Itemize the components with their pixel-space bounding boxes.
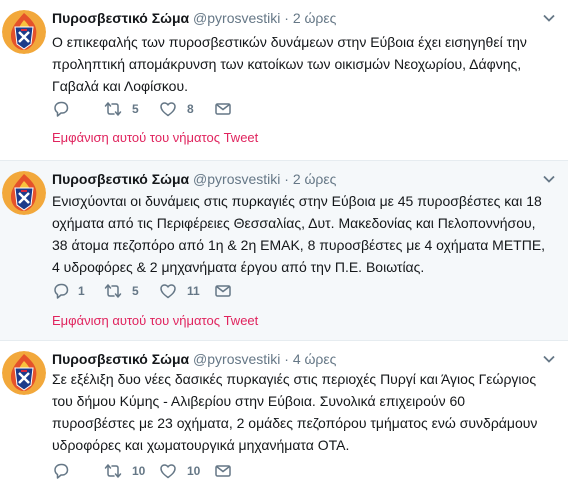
- reply-count: 1: [78, 284, 85, 298]
- retweet-count: 10: [132, 464, 146, 478]
- retweet-button[interactable]: 5: [104, 282, 159, 300]
- like-count: 11: [187, 284, 200, 298]
- like-button[interactable]: 11: [159, 282, 214, 300]
- message-icon: [215, 103, 231, 115]
- author-name[interactable]: Πυροσβεστικό Σώμα: [52, 351, 189, 367]
- like-icon: [160, 464, 176, 479]
- reply-button[interactable]: [52, 462, 104, 480]
- like-button[interactable]: 8: [159, 100, 214, 118]
- timestamp[interactable]: · 4 ώρες: [284, 351, 336, 367]
- retweet-count: 5: [132, 102, 139, 116]
- action-bar: 1 5 11: [52, 281, 268, 301]
- chevron-down-icon[interactable]: [542, 352, 556, 366]
- author-handle[interactable]: @pyrosvestiki: [193, 10, 280, 26]
- tweet[interactable]: Πυροσβεστικό Σώμα @pyrosvestiki · 2 ώρες…: [0, 0, 568, 160]
- message-button[interactable]: [214, 462, 268, 480]
- reply-icon: [54, 463, 69, 479]
- avatar[interactable]: [2, 351, 46, 395]
- author-handle[interactable]: @pyrosvestiki: [193, 171, 280, 187]
- tweet-text: Ενισχύονται οι δυνάμεις στις πυρκαγιές σ…: [52, 193, 546, 275]
- avatar[interactable]: [2, 10, 46, 54]
- reply-icon: [54, 101, 69, 117]
- show-thread-link[interactable]: Εμφάνιση αυτού του νήματος Tweet: [52, 312, 258, 330]
- timestamp[interactable]: · 2 ώρες: [284, 171, 336, 187]
- retweet-icon: [104, 102, 122, 116]
- retweet-button[interactable]: 10: [104, 462, 159, 480]
- author-handle[interactable]: @pyrosvestiki: [193, 351, 280, 367]
- message-button[interactable]: [214, 100, 268, 118]
- like-icon: [160, 102, 176, 117]
- show-thread-link[interactable]: Εμφάνιση αυτού του νήματος Tweet: [52, 129, 258, 147]
- tweet[interactable]: Πυροσβεστικό Σώμα @pyrosvestiki · 2 ώρες…: [0, 160, 568, 340]
- timestamp[interactable]: · 2 ώρες: [284, 10, 336, 26]
- message-icon: [215, 285, 231, 297]
- author-name[interactable]: Πυροσβεστικό Σώμα: [52, 10, 189, 26]
- retweet-icon: [104, 284, 122, 298]
- chevron-down-icon[interactable]: [542, 172, 556, 186]
- retweet-button[interactable]: 5: [104, 100, 159, 118]
- tweet-header: Πυροσβεστικό Σώμα @pyrosvestiki · 4 ώρες: [52, 350, 336, 368]
- reply-icon: [54, 283, 69, 299]
- tweet[interactable]: Πυροσβεστικό Σώμα @pyrosvestiki · 4 ώρες…: [0, 340, 568, 484]
- like-count: 8: [187, 102, 194, 116]
- tweet-text: Σε εξέλιξη δυο νέες δασικές πυρκαγιές στ…: [52, 371, 538, 453]
- action-bar: 5 8: [52, 99, 268, 119]
- like-icon: [160, 284, 176, 299]
- tweet-text: Ο επικεφαλής των πυροσβεστικών δυνάμεων …: [52, 34, 527, 94]
- avatar[interactable]: [2, 171, 46, 215]
- tweet-header: Πυροσβεστικό Σώμα @pyrosvestiki · 2 ώρες: [52, 170, 336, 188]
- action-bar: 10 10: [52, 461, 268, 481]
- reply-button[interactable]: 1: [52, 282, 104, 300]
- like-button[interactable]: 10: [159, 462, 214, 480]
- tweet-header: Πυροσβεστικό Σώμα @pyrosvestiki · 2 ώρες: [52, 9, 336, 27]
- like-count: 10: [187, 464, 201, 478]
- retweet-icon: [104, 464, 122, 478]
- chevron-down-icon[interactable]: [542, 11, 556, 25]
- reply-button[interactable]: [52, 100, 104, 118]
- retweet-count: 5: [132, 284, 139, 298]
- author-name[interactable]: Πυροσβεστικό Σώμα: [52, 171, 189, 187]
- message-button[interactable]: [214, 282, 268, 300]
- message-icon: [215, 465, 231, 477]
